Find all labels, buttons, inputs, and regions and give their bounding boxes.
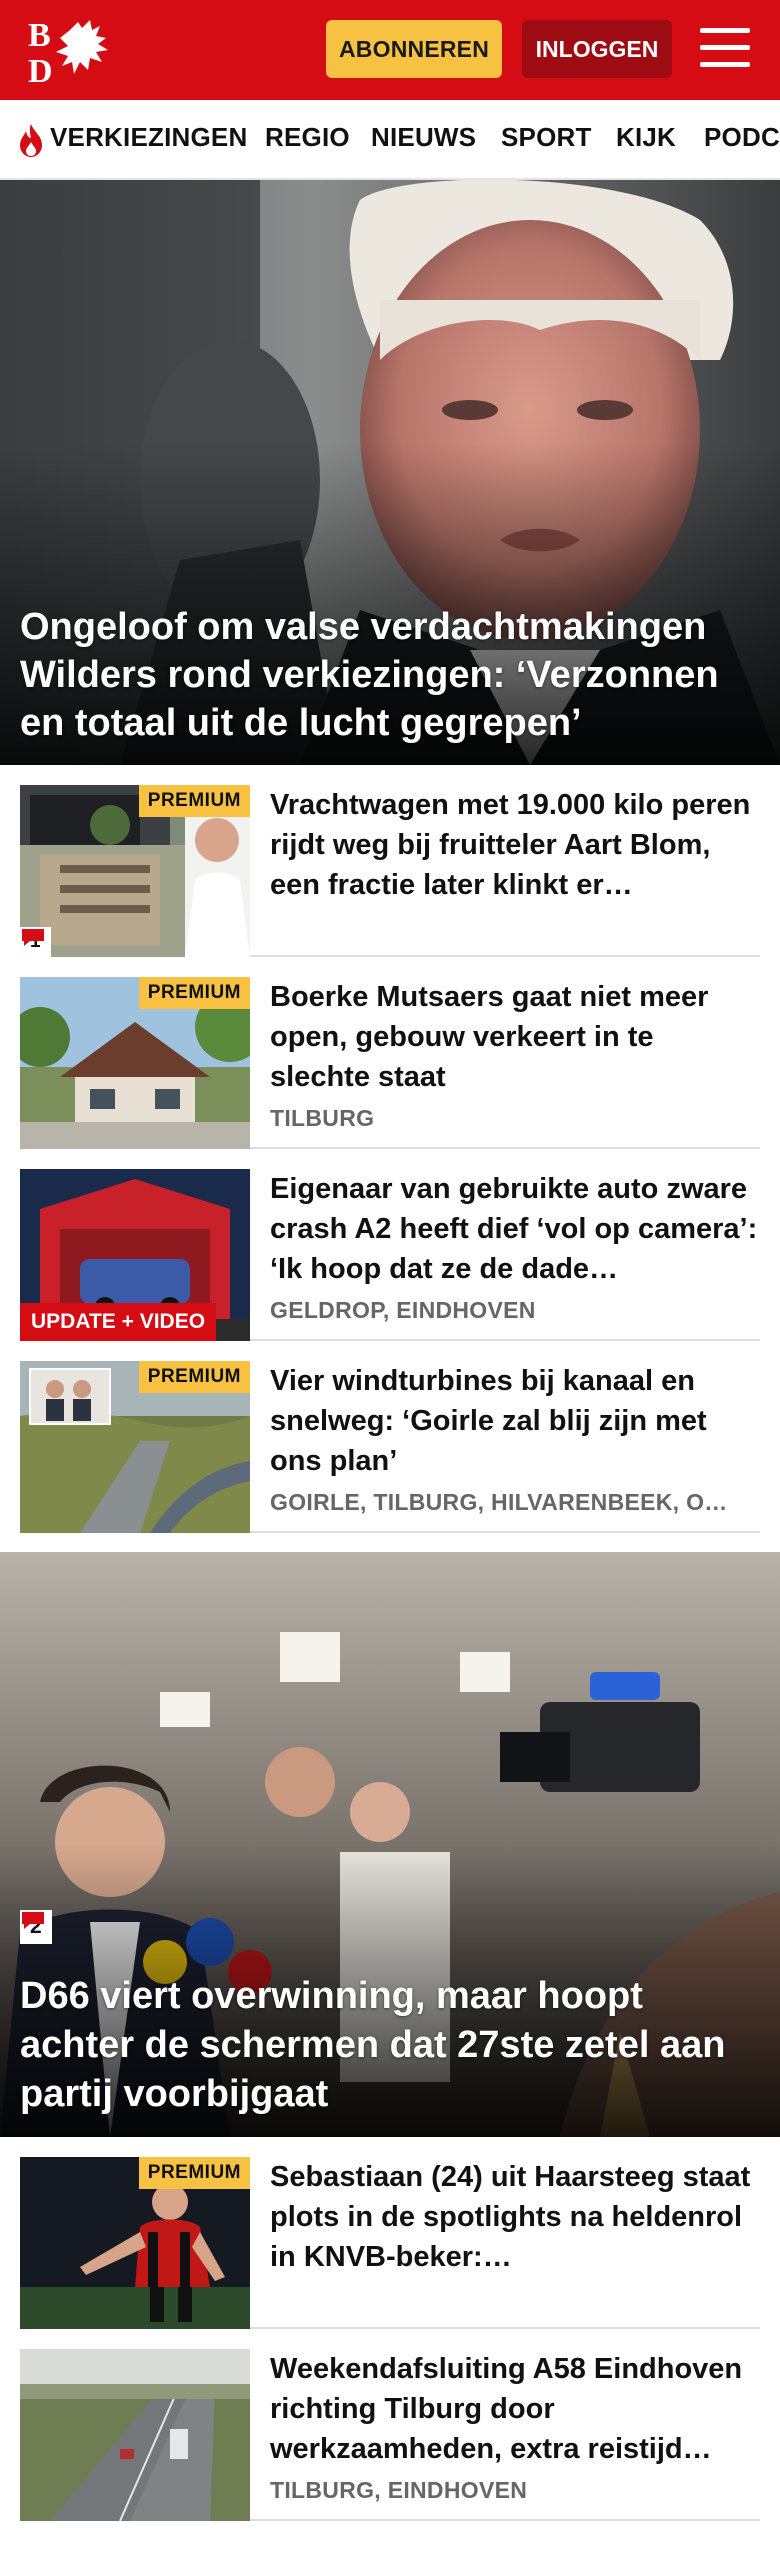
premium-badge: PREMIUM	[138, 977, 250, 1009]
article-thumbnail[interactable]	[20, 2349, 250, 2521]
svg-text:B: B	[28, 17, 51, 54]
premium-badge: PREMIUM	[138, 785, 250, 817]
login-button[interactable]: INLOGGEN	[522, 20, 672, 78]
article-title[interactable]: Boerke Mutsaers gaat niet meer open, geb…	[270, 977, 760, 1097]
article-thumbnail[interactable]: PREMIUM	[20, 977, 250, 1149]
article-title[interactable]: Weekendafsluiting A58 Eindhoven richting…	[270, 2349, 760, 2469]
update-video-badge: UPDATE + VIDEO	[20, 1303, 217, 1341]
nav-item-podcasts[interactable]: PODC	[704, 122, 780, 153]
subscribe-button[interactable]: ABONNEREN	[326, 20, 502, 78]
top-header: B D ABONNEREN INLOGGEN	[0, 0, 780, 100]
list-item[interactable]: PREMIUM Sebastiaan (24) uit Haarsteeg st…	[20, 2137, 760, 2329]
comment-count-badge[interactable]: 1	[20, 927, 51, 957]
list-item[interactable]: PREMIUM Boerke Mutsaers gaat niet meer o…	[20, 957, 760, 1149]
comment-bubble-icon	[22, 1912, 44, 1929]
article-thumbnail[interactable]: PREMIUM	[20, 2157, 250, 2329]
nav-item-kijk[interactable]: KIJK	[616, 122, 676, 153]
comment-count-badge[interactable]: 2	[20, 1910, 52, 1944]
list-item[interactable]: PREMIUM 1 Vrachtwagen met 19.000 kilo pe…	[20, 765, 760, 957]
premium-badge: PREMIUM	[138, 2157, 250, 2189]
article-title[interactable]: Eigenaar van gebruikte auto zware crash …	[270, 1169, 760, 1289]
bd-logo[interactable]: B D	[26, 16, 116, 86]
nav-item-verkiezingen[interactable]: VERKIEZINGEN	[50, 122, 247, 153]
article-location: GOIRLE, TILBURG, HILVARENBEEK, O…	[270, 1489, 728, 1515]
hero-title[interactable]: Ongeloof om valse verdachtmakingen Wilde…	[20, 603, 765, 747]
section-nav: VERKIEZINGEN REGIO NIEUWS SPORT KIJK POD…	[0, 100, 780, 180]
hero2-title[interactable]: D66 viert overwinning, maar hoopt achter…	[20, 1972, 765, 2119]
comment-bubble-icon	[22, 929, 44, 946]
list-item[interactable]: PREMIUM Vier windturbines bij kanaal en …	[20, 1341, 760, 1533]
highway-photo	[20, 2349, 250, 2521]
article-title[interactable]: Sebastiaan (24) uit Haarsteeg staat plot…	[270, 2157, 760, 2277]
hamburger-menu-icon[interactable]	[700, 24, 754, 72]
article-location: TILBURG	[270, 1105, 375, 1131]
svg-text:D: D	[28, 53, 53, 86]
nav-item-sport[interactable]: SPORT	[501, 122, 592, 153]
article-location: TILBURG, EINDHOVEN	[270, 2477, 528, 2503]
article-location: GELDROP, EINDHOVEN	[270, 1297, 536, 1323]
hero-article-2[interactable]: 2 D66 viert overwinning, maar hoopt acht…	[0, 1552, 780, 2137]
premium-badge: PREMIUM	[138, 1361, 250, 1393]
nav-item-nieuws[interactable]: NIEUWS	[371, 122, 476, 153]
article-title[interactable]: Vier windturbines bij kanaal en snelweg:…	[270, 1361, 760, 1481]
article-thumbnail[interactable]: UPDATE + VIDEO	[20, 1169, 250, 1341]
list-item[interactable]: Weekendafsluiting A58 Eindhoven richting…	[20, 2329, 760, 2521]
article-title[interactable]: Vrachtwagen met 19.000 kilo peren rijdt …	[270, 785, 760, 905]
article-thumbnail[interactable]: PREMIUM	[20, 1361, 250, 1533]
article-thumbnail[interactable]: PREMIUM 1	[20, 785, 250, 957]
hero-article[interactable]: Ongeloof om valse verdachtmakingen Wilde…	[0, 180, 780, 765]
list-item[interactable]: UPDATE + VIDEO Eigenaar van gebruikte au…	[20, 1149, 760, 1341]
nav-item-regio[interactable]: REGIO	[265, 122, 350, 153]
flame-icon	[20, 124, 42, 157]
